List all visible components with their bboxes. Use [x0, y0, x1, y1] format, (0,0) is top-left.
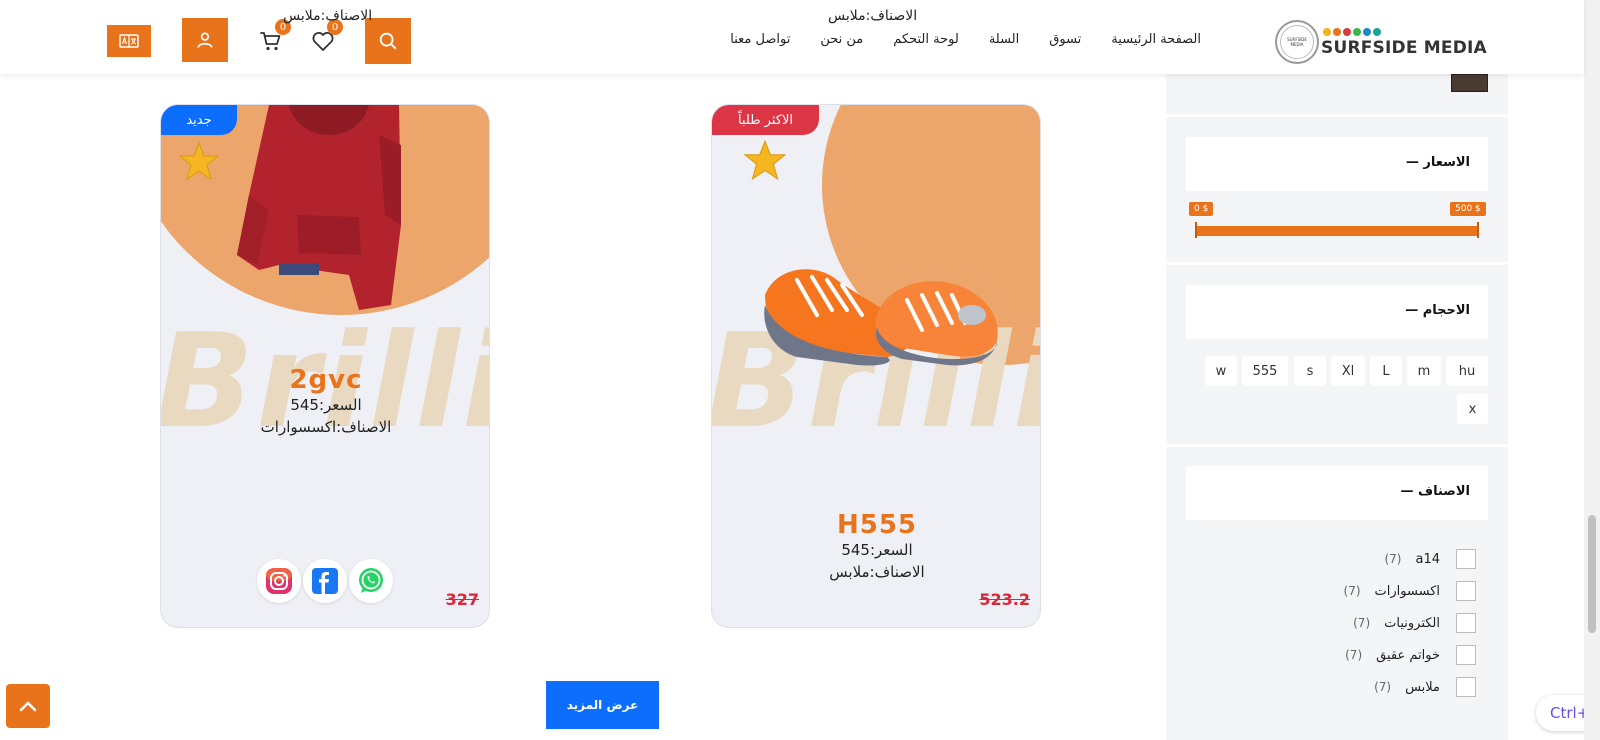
product-card[interactable]: Brilli الاكثر طلباً H555 السعر:545 الاصن…: [711, 104, 1041, 628]
category-checkbox[interactable]: [1456, 677, 1476, 697]
star-icon: [744, 139, 786, 181]
price-min-handle[interactable]: [1195, 222, 1197, 238]
category-checkbox[interactable]: [1456, 645, 1476, 665]
size-chip[interactable]: L: [1370, 356, 1402, 386]
product-price: السعر:545: [841, 541, 913, 559]
category-count: (7): [1345, 648, 1363, 662]
product-category: الاصناف:ملابس: [829, 563, 925, 581]
show-more-button[interactable]: عرض المزيد: [546, 681, 659, 729]
price-max-handle[interactable]: [1477, 222, 1479, 238]
main-nav: الصفحة الرئيسية تسوق السلة لوحة التحكم م…: [730, 32, 1201, 47]
site-header: SURFSIDE MEDIA SURFSIDE MEDIA الاصناف:مل…: [0, 0, 1584, 74]
scroll-to-top-button[interactable]: [6, 684, 50, 728]
chevron-up-icon: [19, 701, 37, 712]
category-count: (7): [1384, 552, 1402, 566]
color-swatch[interactable]: [1451, 74, 1488, 92]
sizes-header[interactable]: الاحجام —: [1186, 285, 1488, 339]
facebook-share-button[interactable]: [303, 559, 347, 603]
category-label: خواتم عقيق: [1376, 647, 1440, 663]
category-filter-item[interactable]: (7) خواتم عقيق: [1326, 644, 1476, 666]
hoodie-image: [237, 105, 401, 310]
sidebar-divider: [1166, 262, 1508, 265]
site-logo[interactable]: SURFSIDE MEDIA SURFSIDE MEDIA: [1275, 18, 1487, 64]
overlap-category-caption: الاصناف:ملابس: [283, 8, 373, 24]
nav-shop[interactable]: تسوق: [1049, 32, 1081, 47]
logo-emblem-text: SURFSIDE MEDIA: [1280, 25, 1314, 59]
account-button[interactable]: [182, 18, 228, 62]
category-filter-item[interactable]: (7) الكترونيات: [1326, 612, 1476, 634]
product-name[interactable]: H555: [712, 510, 1040, 540]
instagram-icon: [266, 568, 292, 594]
header-category-caption: الاصناف:ملابس: [828, 8, 918, 24]
search-icon: [379, 32, 397, 50]
nav-about[interactable]: من نحن: [820, 32, 863, 47]
category-label: اكسسوارات: [1374, 583, 1440, 599]
product-price: السعر:545: [290, 396, 362, 414]
search-button[interactable]: [365, 18, 411, 64]
categories-header[interactable]: الاصناف —: [1186, 466, 1488, 520]
nav-cart[interactable]: السلة: [989, 32, 1019, 47]
sneakers-image: [764, 269, 998, 366]
user-icon: [197, 32, 213, 48]
category-label: ملابس: [1405, 679, 1440, 695]
logo-emblem: SURFSIDE MEDIA: [1275, 20, 1319, 64]
best-seller-badge: الاكثر طلباً: [712, 105, 819, 135]
facebook-icon: [312, 568, 338, 594]
price-min-label: 0 $: [1189, 202, 1214, 216]
category-filter-item[interactable]: (7) a14: [1326, 548, 1476, 570]
category-checkbox[interactable]: [1456, 581, 1476, 601]
nav-home[interactable]: الصفحة الرئيسية: [1111, 32, 1201, 47]
price-max-label: 500 $: [1450, 202, 1486, 216]
whatsapp-icon: [359, 568, 383, 593]
prices-title: الاسعار —: [1405, 155, 1470, 170]
wishlist-button[interactable]: 0: [310, 19, 343, 54]
category-count: (7): [1374, 680, 1392, 694]
sidebar-divider: [1166, 114, 1508, 117]
star-icon: [179, 141, 219, 181]
product-card[interactable]: Brilli جديد 2gvc السعر:545 الاصناف:اكسسو…: [160, 104, 490, 628]
category-label: a14: [1415, 551, 1440, 567]
sizes-title: الاحجام —: [1405, 303, 1470, 318]
size-chip[interactable]: x: [1457, 394, 1488, 424]
product-name[interactable]: 2gvc: [161, 365, 489, 395]
sidebar-divider: [1166, 444, 1508, 447]
category-label: الكترونيات: [1384, 615, 1440, 631]
instagram-share-button[interactable]: [257, 559, 301, 603]
category-count: (7): [1343, 584, 1361, 598]
size-chip[interactable]: Xl: [1331, 356, 1365, 386]
price-range-slider[interactable]: [1196, 226, 1478, 236]
nav-dashboard[interactable]: لوحة التحكم: [893, 32, 959, 47]
category-filter-item[interactable]: (7) ملابس: [1326, 676, 1476, 698]
cart-button[interactable]: 0: [258, 19, 291, 54]
product-old-price: 523.2: [979, 590, 1030, 609]
size-chip[interactable]: w: [1205, 356, 1237, 386]
size-chip[interactable]: s: [1294, 356, 1326, 386]
new-badge: جديد: [161, 105, 237, 135]
prices-header[interactable]: الاسعار —: [1186, 137, 1488, 191]
language-button[interactable]: [107, 25, 151, 57]
size-chip[interactable]: m: [1407, 356, 1441, 386]
categories-title: الاصناف —: [1400, 484, 1470, 499]
size-chip[interactable]: 555: [1242, 356, 1288, 386]
page-scrollbar[interactable]: [1584, 0, 1600, 740]
nav-contact[interactable]: تواصل معنا: [730, 32, 790, 47]
category-count: (7): [1353, 616, 1371, 630]
product-old-price: 327: [445, 590, 479, 609]
size-chip[interactable]: hu: [1446, 356, 1488, 386]
logo-dots: [1323, 28, 1381, 36]
product-category: الاصناف:اكسسوارات: [260, 418, 392, 436]
category-filter-item[interactable]: (7) اكسسوارات: [1326, 580, 1476, 602]
logo-wordmark: SURFSIDE MEDIA: [1321, 38, 1487, 58]
scrollbar-thumb[interactable]: [1588, 515, 1596, 633]
category-checkbox[interactable]: [1456, 549, 1476, 569]
whatsapp-share-button[interactable]: [349, 559, 393, 603]
category-checkbox[interactable]: [1456, 613, 1476, 633]
translate-icon: [119, 34, 139, 48]
filter-sidebar: الاسعار — 0 $ 500 $ الاحجام — hu m L Xl …: [1166, 74, 1508, 740]
